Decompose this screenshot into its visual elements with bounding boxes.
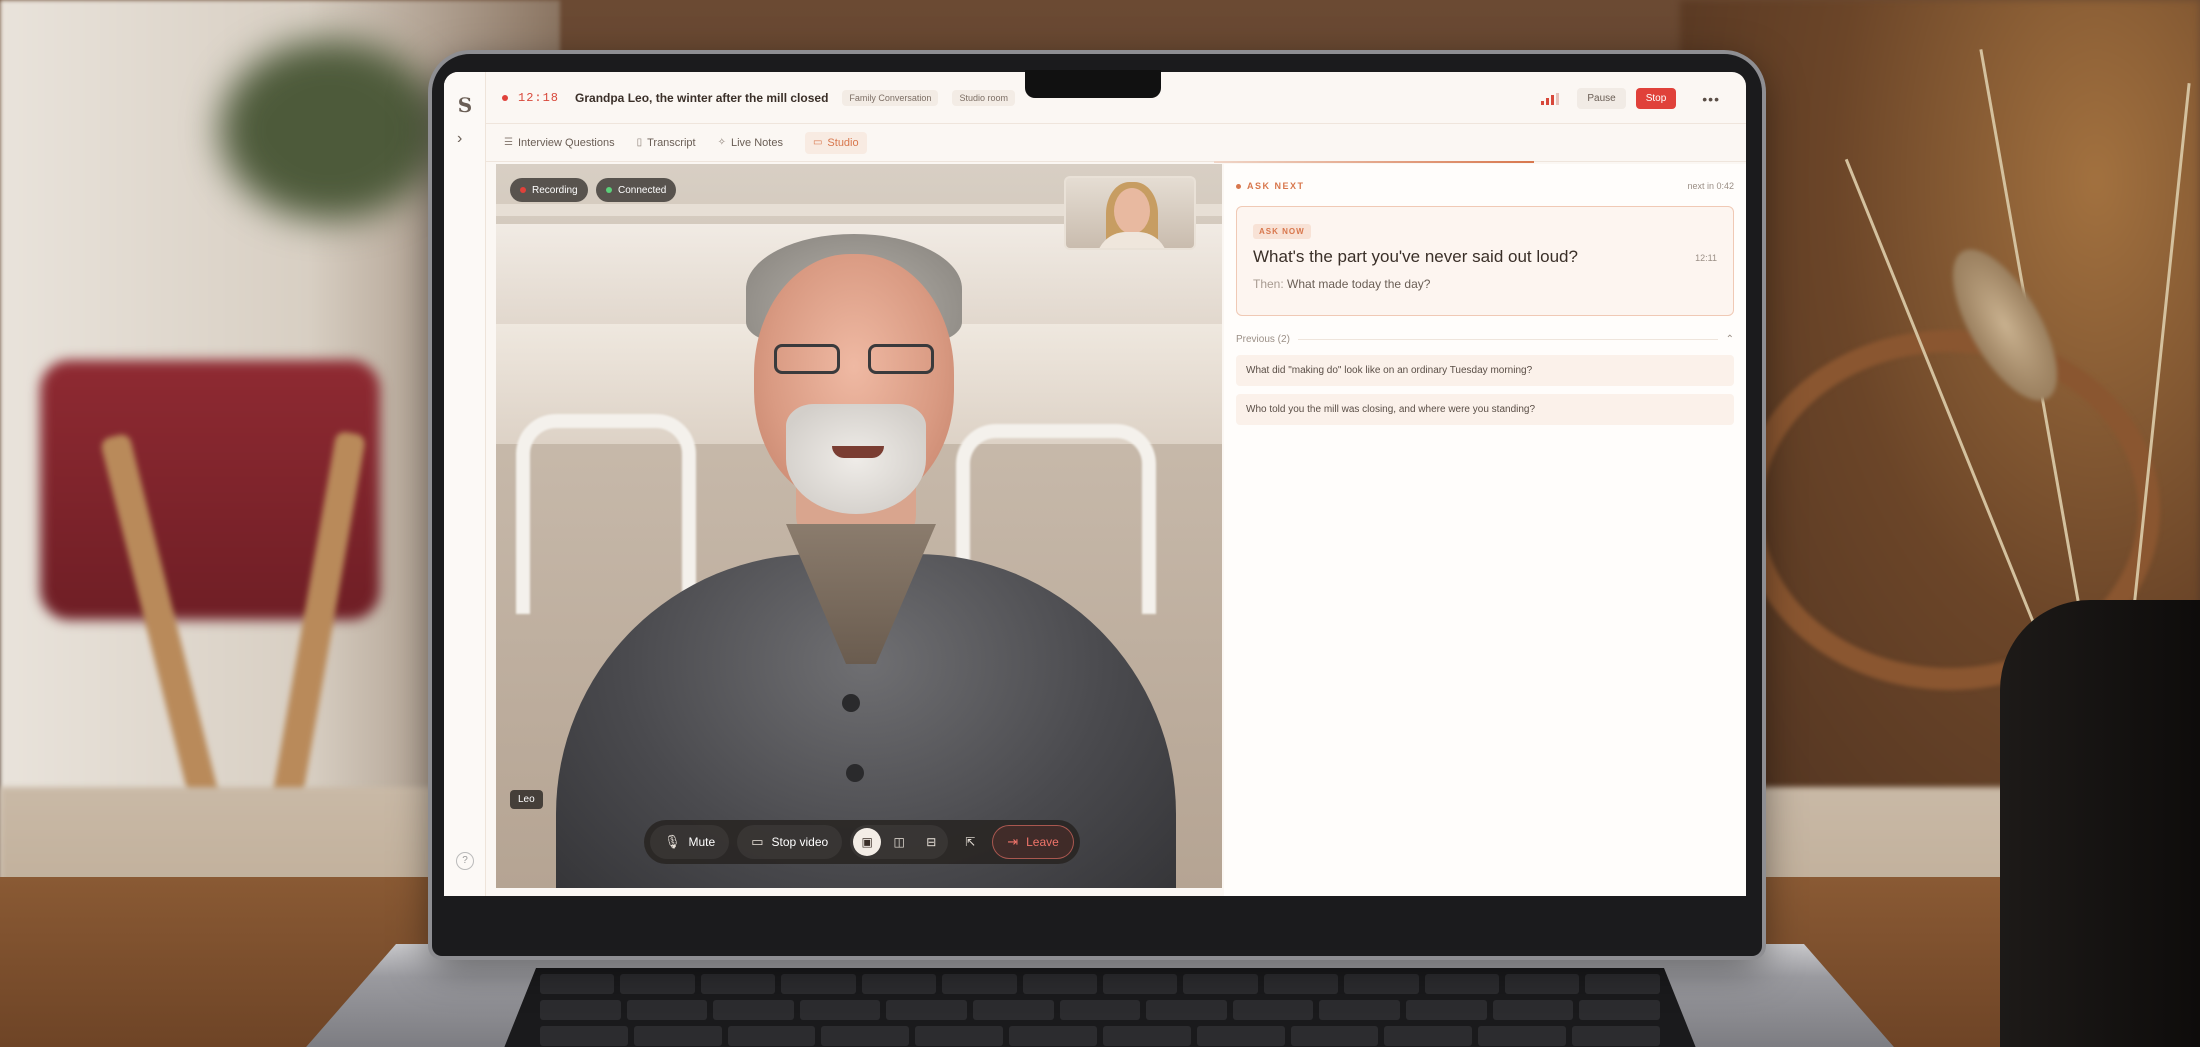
camera-notch (1025, 70, 1161, 98)
tab-label: Live Notes (730, 136, 783, 149)
microphone-icon: 🎙︎ (664, 834, 681, 849)
video-stage: Recording Connected Leo 🎙︎ Mute ▭ Stop v… (496, 164, 1222, 888)
recording-label: Recording (532, 184, 578, 196)
laptop-keyboard (500, 968, 1700, 1047)
layout-switcher: ▣ ◫ ⊟ (850, 825, 949, 859)
call-controls: 🎙︎ Mute ▭ Stop video ▣ ◫ ⊟ ⇱ ⇥ Leave (644, 820, 1080, 864)
mute-button[interactable]: 🎙︎ Mute (650, 825, 730, 859)
app-logo[interactable]: S (454, 94, 476, 116)
help-icon[interactable]: ? (456, 852, 474, 870)
session-timer: 12:18 (518, 90, 560, 105)
current-question-card[interactable]: ASK NOW What's the part you've never sai… (1236, 206, 1734, 316)
leave-button[interactable]: ⇥ Leave (992, 825, 1074, 859)
video-icon: ▭ (812, 137, 823, 148)
participant-glasses (774, 344, 934, 376)
self-view-pip[interactable] (1064, 176, 1196, 250)
previous-label: Previous (2) (1236, 334, 1290, 345)
tab-live-notes[interactable]: ✧ Live Notes (718, 137, 783, 149)
list-icon: ☰ (504, 137, 513, 148)
tab-interview-questions[interactable]: ☰ Interview Questions (504, 137, 615, 149)
tab-label: Interview Questions (517, 136, 615, 149)
cardigan-button (842, 694, 860, 712)
layout-stacked-icon[interactable]: ⊟ (917, 828, 945, 856)
current-question: What's the part you've never said out lo… (1253, 247, 1578, 266)
ask-now-badge: ASK NOW (1253, 224, 1311, 239)
chevron-right-icon[interactable]: › (457, 130, 462, 148)
participant-mouth (832, 446, 884, 458)
exit-icon: ⇥ (1007, 834, 1019, 849)
participant-name-tag: Leo (510, 790, 543, 809)
previous-questions-header[interactable]: Previous (2) ⌃ (1236, 334, 1734, 345)
document-icon: ▯ (636, 137, 643, 148)
ask-next-panel: ASK NEXT next in 0:42 ASK NOW What's the… (1224, 164, 1746, 896)
stop-video-button[interactable]: ▭ Stop video (737, 825, 843, 859)
follow-up-question: Then: What made today the day? (1253, 277, 1717, 291)
connection-status-chip: Connected (596, 178, 677, 202)
tab-label: Studio (827, 136, 859, 149)
recording-dot-icon (502, 94, 508, 101)
accent-dot-icon (1236, 183, 1241, 189)
background-plant (220, 40, 440, 220)
ask-next-label: ASK NEXT (1236, 181, 1305, 191)
more-options-icon[interactable]: ••• (1702, 91, 1720, 107)
chevron-up-icon[interactable]: ⌃ (1726, 334, 1734, 345)
then-label: Then: (1253, 277, 1284, 291)
layout-side-by-side-icon[interactable]: ◫ (885, 828, 913, 856)
ask-next-text: ASK NEXT (1247, 181, 1305, 191)
black-vase (2000, 600, 2200, 1047)
connected-dot-icon (606, 187, 612, 193)
session-tag: Studio room (952, 89, 1015, 106)
stop-button[interactable]: Stop (1635, 88, 1677, 109)
tab-studio[interactable]: ▭ Studio (804, 131, 867, 154)
next-in-countdown: next in 0:42 (1687, 181, 1734, 191)
session-title: Grandpa Leo, the winter after the mill c… (575, 90, 829, 105)
tab-bar: ☰ Interview Questions ▯ Transcript ✧ Liv… (486, 124, 1746, 162)
leave-label: Leave (1026, 835, 1059, 849)
session-tag: Family Conversation (842, 89, 939, 106)
recording-status-chip: Recording (510, 178, 588, 202)
camera-icon: ▭ (751, 834, 764, 849)
tab-label: Transcript (647, 136, 696, 149)
signal-strength-icon (1541, 92, 1560, 105)
participant-beard (786, 404, 926, 514)
session-actions: Pause Stop ••• (1541, 88, 1720, 109)
connected-label: Connected (618, 184, 667, 196)
video-background-chair (516, 414, 696, 614)
layout-pip-icon[interactable]: ▣ (853, 828, 882, 856)
question-timer-progress (1214, 161, 1534, 163)
cardigan-button (846, 764, 864, 782)
ask-next-header: ASK NEXT next in 0:42 (1236, 178, 1734, 194)
pause-button[interactable]: Pause (1577, 88, 1626, 109)
pop-out-icon[interactable]: ⇱ (956, 828, 984, 856)
left-rail: S › ? (444, 72, 486, 896)
app-window: S › ? 12:18 Grandpa Leo, the winter afte… (444, 72, 1746, 896)
sparkle-icon: ✧ (717, 137, 726, 148)
then-text: What made today the day? (1287, 277, 1431, 291)
recording-dot-icon (520, 187, 526, 193)
stop-video-label: Stop video (771, 835, 829, 849)
previous-question-item[interactable]: Who told you the mill was closing, and w… (1236, 394, 1734, 425)
tab-transcript[interactable]: ▯ Transcript (637, 137, 696, 149)
mute-label: Mute (688, 835, 716, 849)
question-timestamp: 12:11 (1695, 253, 1717, 263)
previous-question-item[interactable]: What did "making do" look like on an ord… (1236, 355, 1734, 386)
divider (1297, 339, 1718, 340)
pip-face (1114, 188, 1150, 234)
